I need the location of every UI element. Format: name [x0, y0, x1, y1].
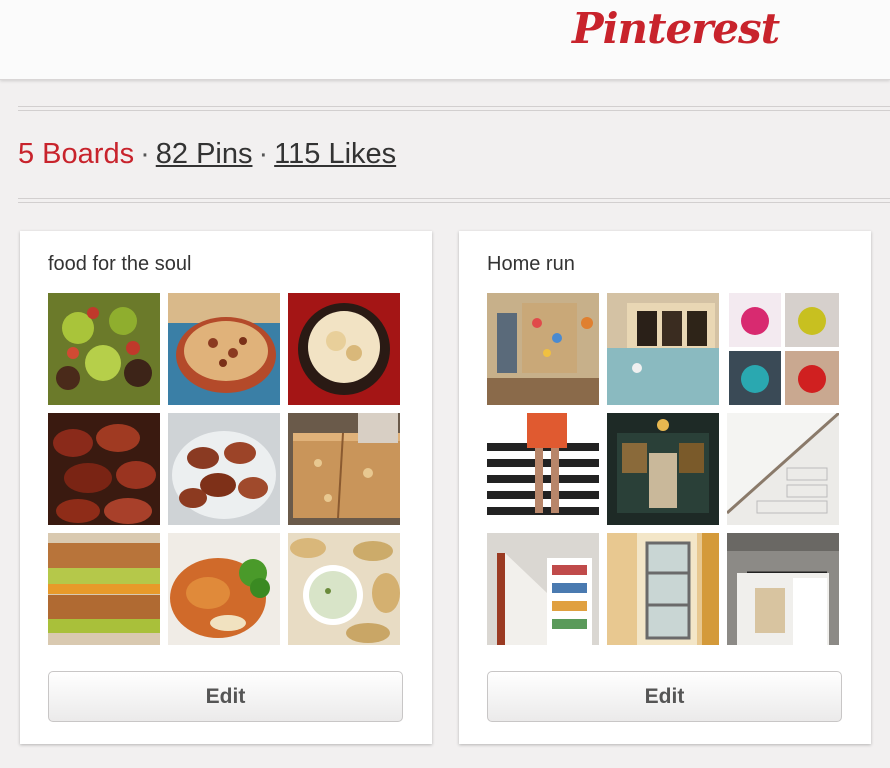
- pin-thumbnail-chicken-salad[interactable]: [168, 533, 280, 645]
- stats-separator: ·: [140, 138, 150, 170]
- pin-thumbnail-crumb-bars[interactable]: [288, 413, 400, 525]
- profile-stats: 5 Boards · 82 Pins · 115 Likes: [18, 138, 396, 171]
- pin-thumbnail-stair-bookshelf[interactable]: [487, 533, 599, 645]
- divider: [18, 198, 890, 203]
- board-thumbnail-grid[interactable]: [487, 293, 841, 647]
- pin-thumbnail-dumplings-with-dip[interactable]: [288, 533, 400, 645]
- edit-board-button[interactable]: Edit: [487, 671, 842, 722]
- board-card-home[interactable]: Home run Edit: [459, 231, 871, 744]
- pins-link[interactable]: 82 Pins: [156, 138, 253, 170]
- likes-link[interactable]: 115 Likes: [274, 138, 396, 170]
- pinterest-logo[interactable]: Pinterest: [572, 4, 780, 53]
- pin-thumbnail-bacon-wrapped-bites-plate[interactable]: [168, 413, 280, 525]
- pin-thumbnail-chandeliers-collage[interactable]: [727, 293, 839, 405]
- pin-thumbnail-avocado-salad[interactable]: [48, 293, 160, 405]
- boards-count[interactable]: 5 Boards: [18, 138, 134, 170]
- board-title[interactable]: food for the soul: [48, 253, 191, 276]
- pin-thumbnail-library-room[interactable]: [607, 413, 719, 525]
- pin-thumbnail-baked-soup-bowl[interactable]: [288, 293, 400, 405]
- pin-thumbnail-under-stair-drawers[interactable]: [727, 413, 839, 525]
- top-header: Pinterest: [0, 0, 890, 80]
- pin-thumbnail-sliding-glass-door[interactable]: [607, 533, 719, 645]
- pin-thumbnail-bacon-wrapped-bites[interactable]: [48, 413, 160, 525]
- edit-board-button[interactable]: Edit: [48, 671, 403, 722]
- pin-thumbnail-pasta-pot[interactable]: [168, 293, 280, 405]
- divider: [18, 106, 890, 111]
- board-title[interactable]: Home run: [487, 253, 575, 276]
- pin-thumbnail-kids-room-corkboard[interactable]: [487, 293, 599, 405]
- pin-thumbnail-drawer-organizer[interactable]: [607, 293, 719, 405]
- stats-separator: ·: [258, 138, 269, 170]
- pin-thumbnail-zebra-stairs[interactable]: [487, 413, 599, 525]
- pin-thumbnail-barn-door[interactable]: [727, 533, 839, 645]
- board-thumbnail-grid[interactable]: [48, 293, 402, 647]
- board-card-food[interactable]: food for the soul Edit: [20, 231, 432, 744]
- pin-thumbnail-grilled-cheese-avocado[interactable]: [48, 533, 160, 645]
